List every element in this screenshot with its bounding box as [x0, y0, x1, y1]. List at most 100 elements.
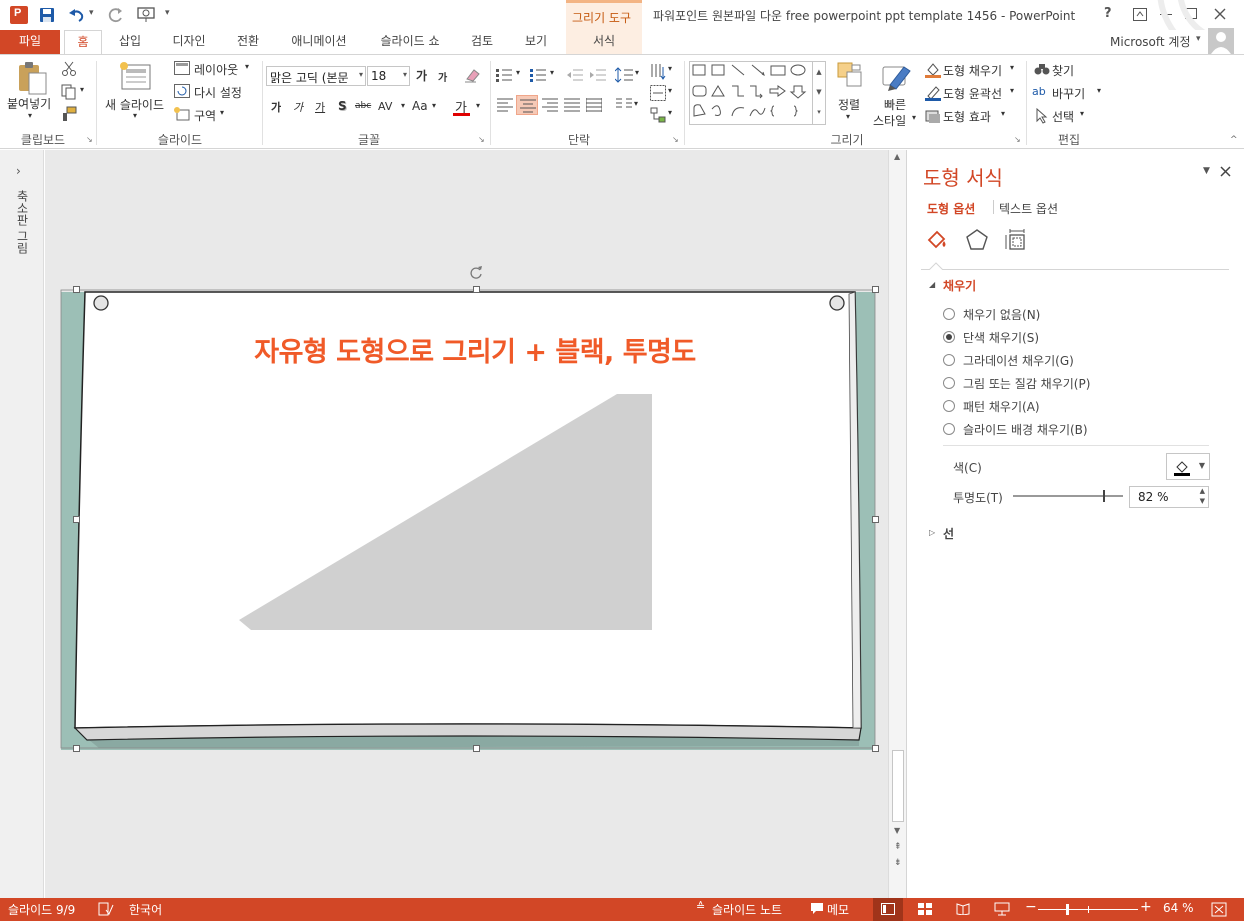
align-left-icon[interactable]	[497, 98, 513, 112]
justify-icon[interactable]	[564, 98, 580, 112]
find-button[interactable]: 찾기	[1052, 62, 1074, 79]
font-color-dropdown-icon[interactable]: ▾	[476, 101, 480, 110]
radio-picture-fill[interactable]	[943, 377, 955, 389]
decrease-indent-icon[interactable]	[567, 67, 583, 83]
shape-fill-button[interactable]: 도형 채우기	[943, 62, 1002, 79]
grow-font-button[interactable]: 가	[416, 67, 427, 84]
font-name-box[interactable]: 맑은 고딕 (본문 ▾	[266, 66, 366, 86]
transparency-slider-thumb[interactable]	[1103, 490, 1105, 502]
tab-transitions[interactable]: 전환	[228, 30, 268, 54]
new-slide-dropdown-icon[interactable]: ▾	[133, 111, 137, 120]
shape-outline-dropdown-icon[interactable]: ▾	[1010, 86, 1014, 95]
close-pane-icon[interactable]	[1220, 166, 1231, 177]
tab-format[interactable]: 서식	[566, 30, 642, 54]
option-no-fill[interactable]: 채우기 없음(N)	[943, 304, 1040, 324]
fill-section-collapse-icon[interactable]: ◢	[929, 280, 935, 289]
select-dropdown-icon[interactable]: ▾	[1080, 109, 1084, 118]
change-case-button[interactable]: Aa	[412, 99, 428, 113]
resize-handle[interactable]	[872, 745, 879, 752]
zoom-slider-thumb[interactable]	[1066, 904, 1069, 915]
find-icon[interactable]	[1034, 62, 1050, 76]
tab-shape-options[interactable]: 도형 옵션	[927, 200, 975, 217]
color-dropdown-icon[interactable]: ▼	[1199, 461, 1205, 470]
bullets-dropdown-icon[interactable]: ▾	[516, 68, 520, 77]
clear-formatting-icon[interactable]	[464, 67, 482, 83]
line-spacing-icon[interactable]	[615, 67, 633, 83]
replace-dropdown-icon[interactable]: ▾	[1097, 86, 1101, 95]
resize-handle[interactable]	[73, 286, 80, 293]
slide-editing-canvas[interactable]: 자유형 도형으로 그리기 + 블랙, 투명도	[45, 150, 888, 898]
increase-indent-icon[interactable]	[590, 67, 606, 83]
shrink-font-button[interactable]: 가	[438, 69, 447, 84]
tab-file[interactable]: 파일	[0, 30, 60, 54]
radio-solid-fill[interactable]	[943, 331, 955, 343]
align-right-icon[interactable]	[542, 98, 558, 112]
tab-design[interactable]: 디자인	[162, 30, 216, 54]
radio-pattern-fill[interactable]	[943, 400, 955, 412]
paste-dropdown-icon[interactable]: ▾	[28, 111, 32, 120]
shape-fill-dropdown-icon[interactable]: ▾	[1010, 63, 1014, 72]
text-direction-dropdown-icon[interactable]: ▾	[668, 64, 672, 73]
previous-slide-icon[interactable]: ⇞	[894, 842, 902, 852]
character-spacing-button[interactable]: AV	[378, 100, 392, 113]
tab-animations[interactable]: 애니메이션	[282, 30, 356, 54]
resize-handle[interactable]	[473, 745, 480, 752]
effects-pentagon-icon[interactable]	[965, 228, 989, 252]
spelling-check-icon[interactable]	[98, 902, 114, 916]
bullets-icon[interactable]	[496, 67, 516, 83]
resize-handle[interactable]	[872, 286, 879, 293]
comments-button[interactable]: 메모	[827, 901, 849, 918]
reset-button[interactable]: 다시 설정	[194, 84, 242, 101]
zoom-out-icon[interactable]: −	[1025, 899, 1037, 915]
undo-icon[interactable]	[68, 7, 86, 23]
arrange-icon[interactable]	[836, 61, 864, 91]
font-size-dropdown-icon[interactable]: ▾	[403, 70, 407, 79]
account-dropdown-icon[interactable]: ▾	[1196, 34, 1201, 44]
select-icon[interactable]	[1036, 108, 1048, 124]
font-name-dropdown-icon[interactable]: ▾	[359, 70, 363, 79]
language[interactable]: 한국어	[129, 901, 162, 918]
underline-button[interactable]: 가	[315, 99, 325, 115]
redo-icon[interactable]	[108, 7, 124, 23]
change-case-dropdown-icon[interactable]: ▾	[432, 101, 436, 110]
replace-button[interactable]: 바꾸기	[1052, 85, 1085, 102]
scroll-thumb[interactable]	[892, 750, 904, 822]
line-section-header[interactable]: 선	[943, 525, 954, 542]
layout-button[interactable]: 레이아웃	[194, 61, 238, 78]
tab-slideshow[interactable]: 슬라이드 쇼	[370, 30, 450, 54]
resize-handle[interactable]	[473, 286, 480, 293]
expand-thumbnails-icon[interactable]: ›	[16, 164, 21, 178]
scroll-up-icon[interactable]: ▲	[894, 152, 900, 161]
paste-icon[interactable]	[16, 61, 48, 95]
shape-effects-dropdown-icon[interactable]: ▾	[1001, 109, 1005, 118]
layout-icon[interactable]	[174, 61, 190, 75]
fill-color-picker[interactable]: ▼	[1166, 453, 1210, 480]
character-spacing-dropdown-icon[interactable]: ▾	[401, 101, 405, 110]
zoom-level[interactable]: 64 %	[1163, 901, 1194, 915]
smartart-dropdown-icon[interactable]: ▾	[668, 108, 672, 117]
smartart-icon[interactable]	[650, 107, 666, 123]
cut-icon[interactable]	[62, 61, 76, 77]
rotation-handle-icon[interactable]	[469, 265, 483, 279]
shape-effects-icon[interactable]	[925, 108, 941, 124]
clipboard-launcher-icon[interactable]: ↘	[86, 135, 93, 144]
numbering-dropdown-icon[interactable]: ▾	[550, 68, 554, 77]
thumbnail-pane-collapsed[interactable]: › 축소판 그림	[0, 150, 44, 898]
copy-icon[interactable]	[61, 84, 77, 100]
option-slide-background-fill[interactable]: 슬라이드 배경 채우기(B)	[943, 419, 1088, 439]
shapes-gallery-icons[interactable]	[690, 62, 812, 124]
fill-section-header[interactable]: 채우기	[943, 277, 976, 294]
slide-title[interactable]: 자유형 도형으로 그리기 + 블랙, 투명도	[145, 330, 805, 369]
arrange-button[interactable]: 정렬	[838, 96, 860, 113]
size-properties-icon[interactable]	[1005, 228, 1029, 252]
slideshow-view-icon[interactable]	[994, 902, 1010, 916]
numbering-icon[interactable]	[530, 67, 550, 83]
notes-toggle-icon[interactable]: ≙	[696, 900, 705, 913]
zoom-slider[interactable]	[1038, 904, 1138, 915]
shapes-gallery-scroll[interactable]: ▲ ▼ ▾	[812, 62, 825, 124]
replace-icon[interactable]: ab	[1032, 85, 1046, 98]
align-center-button[interactable]	[516, 95, 538, 115]
copy-dropdown-icon[interactable]: ▾	[80, 85, 84, 94]
spinner-up-icon[interactable]: ▲	[1200, 487, 1205, 495]
option-picture-fill[interactable]: 그림 또는 질감 채우기(P)	[943, 373, 1090, 393]
